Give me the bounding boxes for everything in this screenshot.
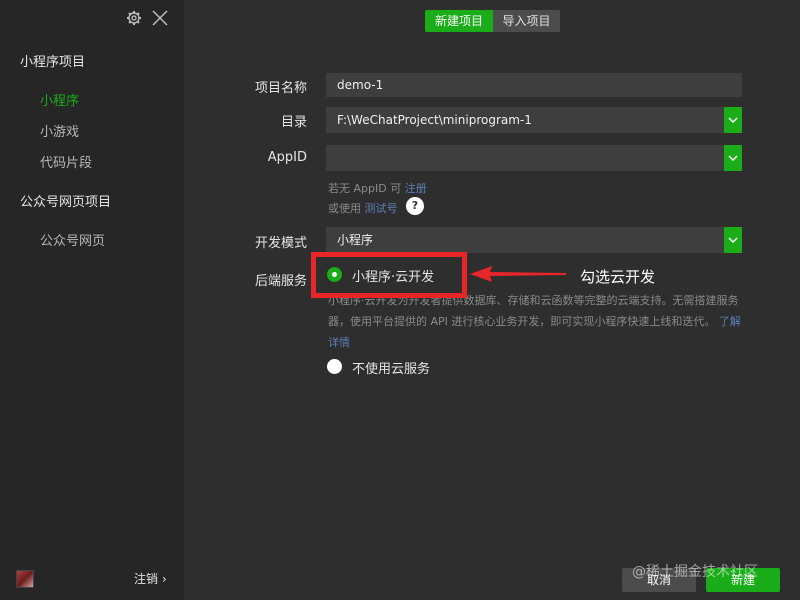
test-account-hint: 或使用 测试号	[328, 200, 398, 216]
directory-label: 目录	[280, 115, 307, 130]
create-button[interactable]: 新建	[706, 568, 780, 592]
avatar[interactable]	[16, 570, 34, 588]
tab-new-project[interactable]: 新建项目	[425, 10, 493, 32]
chevron-right-icon: ›	[162, 572, 167, 586]
logout-label: 注销	[134, 572, 159, 586]
project-name-label: 项目名称	[254, 81, 307, 96]
project-name-input[interactable]	[326, 73, 742, 97]
sidebar-item-official-web[interactable]: 公众号网页	[40, 230, 105, 249]
directory-dropdown-button[interactable]	[724, 107, 742, 133]
chevron-down-icon	[728, 155, 738, 161]
register-link[interactable]: 注册	[405, 182, 427, 195]
appid-hint: 若无 AppID 可 注册	[328, 180, 427, 196]
chevron-down-icon	[728, 237, 738, 243]
appid-dropdown-button[interactable]	[724, 145, 742, 171]
radio-no-cloud-label: 不使用云服务	[352, 362, 431, 377]
backend-label: 后端服务	[254, 274, 307, 289]
cancel-button[interactable]: 取消	[622, 568, 696, 592]
sidebar-group-official-account: 公众号网页项目	[20, 195, 112, 210]
tab-import-project[interactable]: 导入项目	[493, 10, 560, 32]
annotation-highlight-box	[311, 252, 467, 298]
logout-button[interactable]: 注销 ›	[134, 570, 167, 587]
annotation-text: 勾选云开发	[580, 268, 656, 286]
test-hint-text: 或使用	[328, 202, 361, 215]
gear-icon[interactable]	[126, 10, 142, 26]
dev-mode-select[interactable]: 小程序	[326, 227, 724, 253]
radio-no-cloud[interactable]	[327, 359, 342, 374]
test-account-link[interactable]: 测试号	[365, 202, 398, 215]
help-icon[interactable]: ?	[406, 197, 424, 215]
sidebar-item-minigame[interactable]: 小游戏	[40, 121, 79, 140]
sidebar: 小程序项目 小程序 小游戏 代码片段 公众号网页项目 公众号网页 注销 ›	[0, 0, 184, 600]
sidebar-item-miniprogram[interactable]: 小程序	[40, 90, 79, 109]
dev-mode-label: 开发模式	[254, 236, 307, 251]
appid-hint-text: 若无 AppID 可	[328, 182, 402, 195]
directory-select[interactable]: F:\WeChatProject\miniprogram-1	[326, 107, 724, 133]
dev-mode-dropdown-button[interactable]	[724, 227, 742, 253]
sidebar-group-miniprogram: 小程序项目	[20, 55, 86, 70]
sidebar-item-code-snippet[interactable]: 代码片段	[40, 152, 92, 171]
close-icon[interactable]	[152, 10, 168, 26]
appid-select[interactable]	[326, 145, 724, 171]
appid-label: AppID	[267, 150, 307, 165]
cloud-dev-description: 小程序·云开发为开发者提供数据库、存储和云函数等完整的云端支持。无需搭建服务器，…	[328, 290, 744, 353]
project-type-switch: 新建项目 导入项目	[425, 10, 560, 32]
chevron-down-icon	[728, 117, 738, 123]
annotation-arrow-icon	[470, 266, 566, 282]
cloud-dev-description-text: 小程序·云开发为开发者提供数据库、存储和云函数等完整的云端支持。无需搭建服务器，…	[328, 294, 739, 328]
